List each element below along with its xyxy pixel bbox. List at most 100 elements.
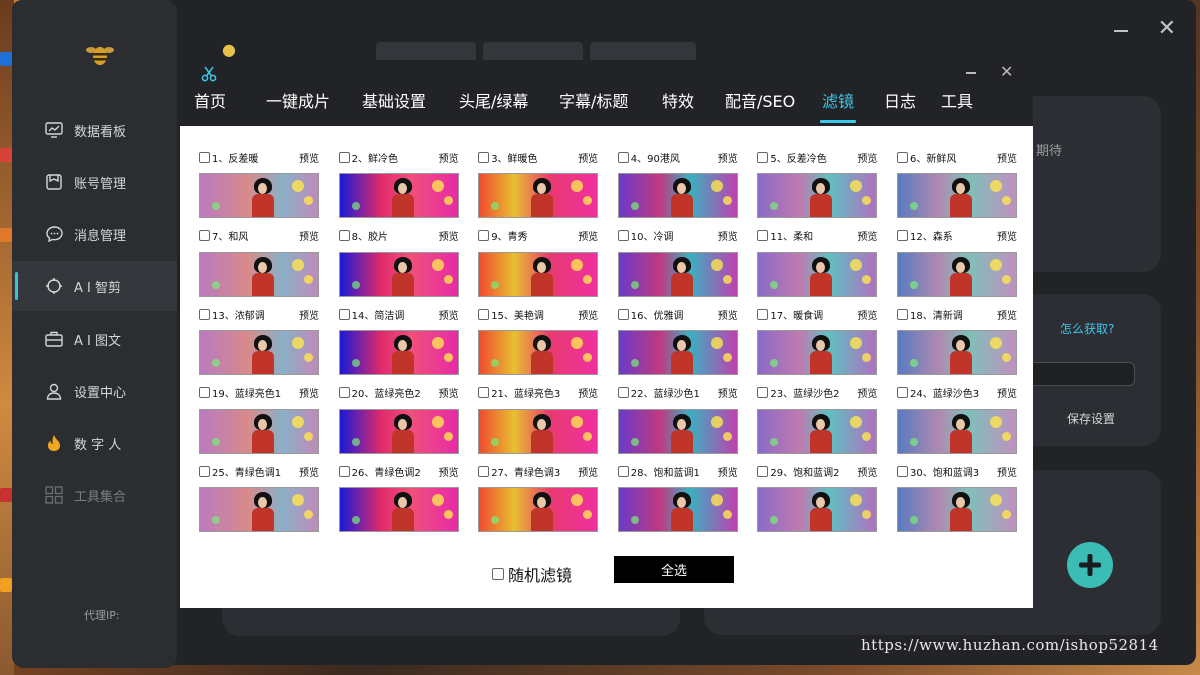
filter-checkbox[interactable] bbox=[478, 387, 490, 398]
filter-checkbox[interactable] bbox=[338, 230, 350, 241]
filter-checkbox[interactable] bbox=[757, 465, 769, 477]
filter-thumbnail[interactable] bbox=[617, 487, 738, 532]
filter-checkbox[interactable] bbox=[199, 151, 210, 163]
filter-checkbox[interactable] bbox=[199, 230, 210, 241]
preview-link[interactable]: 预览 bbox=[997, 464, 1017, 479]
filter-thumbnail[interactable] bbox=[617, 408, 738, 454]
preview-link[interactable]: 预览 bbox=[439, 307, 459, 322]
preview-link[interactable]: 预览 bbox=[439, 150, 459, 165]
preview-link[interactable]: 预览 bbox=[857, 464, 877, 479]
filter-thumbnail[interactable] bbox=[897, 487, 1017, 532]
filter-checkbox[interactable] bbox=[757, 151, 769, 163]
filter-checkbox[interactable] bbox=[338, 151, 350, 163]
filter-checkbox[interactable] bbox=[617, 151, 629, 163]
sidebar-item-settings[interactable]: 设置中心 bbox=[12, 366, 177, 416]
filter-thumbnail[interactable] bbox=[897, 251, 1017, 297]
tab-effects[interactable]: 特效 bbox=[662, 88, 694, 112]
settings-input[interactable] bbox=[1020, 362, 1135, 386]
preview-link[interactable]: 预览 bbox=[299, 228, 319, 243]
filter-checkbox[interactable] bbox=[338, 387, 350, 398]
filter-thumbnail[interactable] bbox=[897, 173, 1017, 218]
window-close-icon[interactable]: ✕ bbox=[1158, 18, 1176, 40]
preview-link[interactable]: 预览 bbox=[578, 228, 598, 243]
filter-checkbox[interactable] bbox=[199, 308, 210, 320]
filter-checkbox[interactable] bbox=[199, 387, 210, 398]
random-filter-option[interactable]: 随机滤镜 bbox=[492, 562, 572, 586]
filter-thumbnail[interactable] bbox=[757, 173, 878, 218]
tab-log[interactable]: 日志 bbox=[884, 88, 916, 112]
desktop-app-icon[interactable] bbox=[0, 228, 12, 242]
filter-thumbnail[interactable] bbox=[338, 487, 459, 532]
preview-link[interactable]: 预览 bbox=[857, 228, 877, 243]
preview-link[interactable]: 预览 bbox=[578, 464, 598, 479]
window-minimize-icon[interactable] bbox=[1114, 30, 1128, 32]
filter-checkbox[interactable] bbox=[199, 465, 210, 477]
filter-thumbnail[interactable] bbox=[897, 408, 1017, 454]
filter-checkbox[interactable] bbox=[478, 151, 490, 163]
filter-thumbnail[interactable] bbox=[478, 487, 599, 532]
preview-link[interactable]: 预览 bbox=[578, 150, 598, 165]
desktop-app-icon[interactable] bbox=[0, 578, 12, 592]
preview-link[interactable]: 预览 bbox=[578, 385, 598, 400]
how-to-get-link[interactable]: 怎么获取? bbox=[1060, 320, 1114, 337]
filter-thumbnail[interactable] bbox=[199, 487, 319, 532]
preview-link[interactable]: 预览 bbox=[718, 464, 738, 479]
preview-link[interactable]: 预览 bbox=[299, 307, 319, 322]
tab-dubbing-seo[interactable]: 配音/SEO bbox=[725, 88, 795, 112]
filter-thumbnail[interactable] bbox=[897, 330, 1017, 375]
preview-link[interactable]: 预览 bbox=[439, 228, 459, 243]
filter-thumbnail[interactable] bbox=[338, 173, 459, 218]
filter-checkbox[interactable] bbox=[338, 308, 350, 320]
filter-checkbox[interactable] bbox=[478, 308, 490, 320]
sidebar-item-messages[interactable]: 消息管理 bbox=[12, 209, 177, 259]
preview-link[interactable]: 预览 bbox=[997, 228, 1017, 243]
tab-tools[interactable]: 工具 bbox=[941, 88, 973, 112]
filter-checkbox[interactable] bbox=[617, 230, 629, 241]
preview-link[interactable]: 预览 bbox=[578, 307, 598, 322]
filter-checkbox[interactable] bbox=[617, 387, 629, 398]
preview-link[interactable]: 预览 bbox=[857, 150, 877, 165]
sidebar-item-digital-human[interactable]: 数 字 人 bbox=[12, 418, 177, 468]
filter-checkbox[interactable] bbox=[338, 465, 350, 477]
filter-thumbnail[interactable] bbox=[338, 330, 459, 375]
filter-thumbnail[interactable] bbox=[478, 173, 599, 218]
filter-thumbnail[interactable] bbox=[199, 330, 319, 375]
desktop-app-icon[interactable] bbox=[0, 52, 12, 66]
filter-thumbnail[interactable] bbox=[199, 173, 319, 218]
filter-thumbnail[interactable] bbox=[757, 408, 878, 454]
filter-thumbnail[interactable] bbox=[757, 487, 878, 532]
desktop-app-icon[interactable] bbox=[0, 488, 12, 502]
filter-thumbnail[interactable] bbox=[338, 251, 459, 297]
filter-thumbnail[interactable] bbox=[199, 408, 319, 454]
filter-checkbox[interactable] bbox=[757, 308, 769, 320]
sidebar-item-tools[interactable]: 工具集合 bbox=[12, 470, 177, 520]
filter-thumbnail[interactable] bbox=[478, 330, 599, 375]
select-all-button[interactable]: 全选 bbox=[614, 556, 734, 583]
filter-thumbnail[interactable] bbox=[617, 251, 738, 297]
preview-link[interactable]: 预览 bbox=[997, 385, 1017, 400]
filter-checkbox[interactable] bbox=[897, 465, 908, 477]
tab-one-click[interactable]: 一键成片 bbox=[266, 88, 330, 112]
dialog-close-icon[interactable]: ✕ bbox=[1000, 64, 1013, 80]
sidebar-item-dashboard[interactable]: 数据看板 bbox=[12, 105, 177, 155]
preview-link[interactable]: 预览 bbox=[718, 385, 738, 400]
preview-link[interactable]: 预览 bbox=[299, 150, 319, 165]
filter-checkbox[interactable] bbox=[478, 230, 490, 241]
filter-thumbnail[interactable] bbox=[478, 408, 599, 454]
filter-checkbox[interactable] bbox=[897, 308, 908, 320]
dialog-minimize-icon[interactable] bbox=[966, 72, 976, 74]
filter-thumbnail[interactable] bbox=[338, 408, 459, 454]
filter-thumbnail[interactable] bbox=[617, 330, 738, 375]
preview-link[interactable]: 预览 bbox=[718, 307, 738, 322]
add-button[interactable] bbox=[1067, 542, 1113, 588]
preview-link[interactable]: 预览 bbox=[857, 385, 877, 400]
preview-link[interactable]: 预览 bbox=[299, 464, 319, 479]
preview-link[interactable]: 预览 bbox=[857, 307, 877, 322]
preview-link[interactable]: 预览 bbox=[718, 228, 738, 243]
filter-thumbnail[interactable] bbox=[617, 173, 738, 218]
filter-checkbox[interactable] bbox=[897, 230, 908, 241]
filter-thumbnail[interactable] bbox=[478, 251, 599, 297]
tab-subtitles[interactable]: 字幕/标题 bbox=[559, 88, 628, 112]
filter-thumbnail[interactable] bbox=[199, 251, 319, 297]
filter-checkbox[interactable] bbox=[897, 151, 908, 163]
